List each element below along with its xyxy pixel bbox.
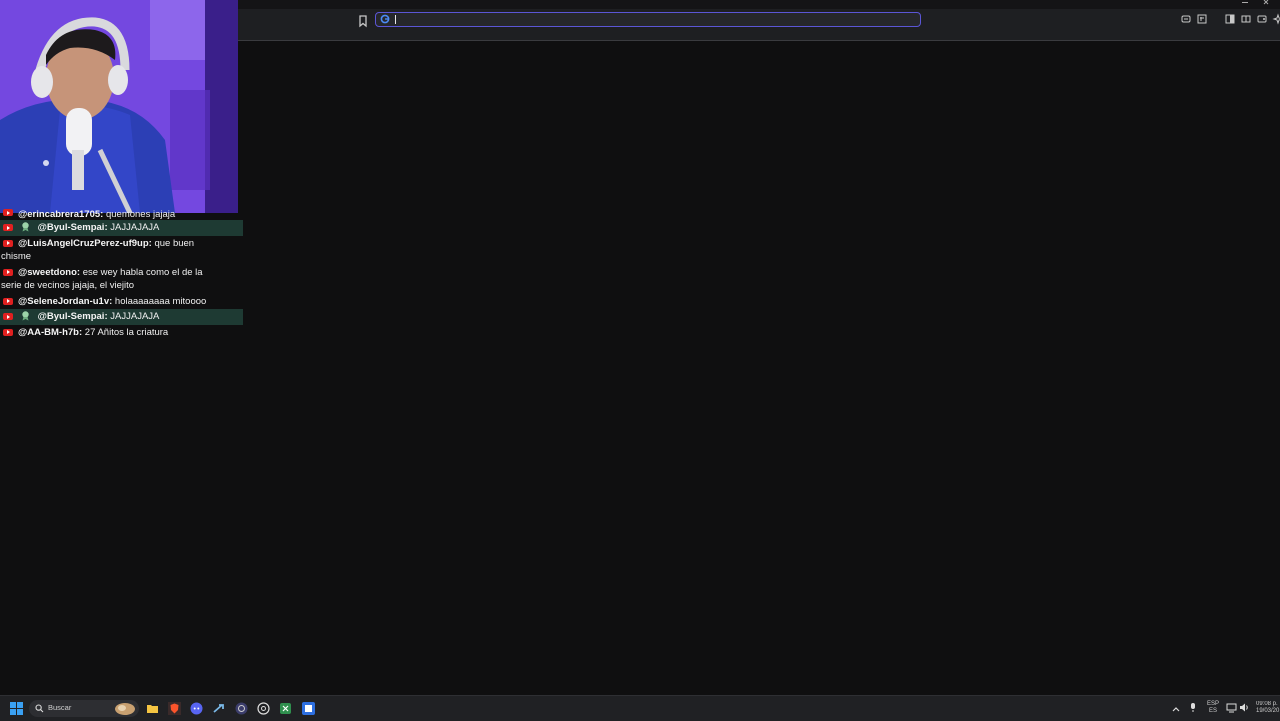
- screenshot-icon[interactable]: [1196, 13, 1208, 25]
- chat-message: @erincabrera1705: quemones jajaja: [0, 208, 243, 220]
- chat-author: @sweetdono:: [18, 266, 81, 278]
- youtube-icon: [3, 224, 13, 231]
- obs-icon[interactable]: [235, 702, 248, 715]
- chatgpt-icon[interactable]: [257, 702, 270, 715]
- youtube-icon: [3, 268, 13, 276]
- text-caret: [395, 15, 396, 24]
- chevron-up-icon[interactable]: [1171, 704, 1181, 714]
- chat-overlay: @erincabrera1705: quemones jajaja @Byul-…: [0, 208, 243, 340]
- chat-text: ese wey habla como el de la: [82, 266, 203, 278]
- chat-text: JAJJAJAJA: [110, 311, 160, 322]
- close-icon[interactable]: [1258, 0, 1278, 6]
- chat-text: quemones jajaja: [105, 209, 176, 220]
- sidebar-icon[interactable]: [1224, 13, 1236, 25]
- split-view-icon[interactable]: [1240, 13, 1252, 25]
- network-icon[interactable]: [1226, 702, 1237, 713]
- chat-text-continued: chisme: [1, 251, 32, 262]
- windows-taskbar: Buscar ESP ES 09:08 p. 19/03/20: [0, 695, 1280, 721]
- search-label: Buscar: [48, 703, 72, 712]
- chat-author: @LuisAngelCruzPerez-uf9up:: [18, 237, 152, 249]
- chat-text: holaaaaaaaa mitoooo: [114, 295, 207, 307]
- extension-icon[interactable]: [1180, 13, 1192, 25]
- chat-message: @Byul-Sempai: JAJJAJAJA: [0, 220, 243, 236]
- leo-ai-icon[interactable]: [1272, 13, 1280, 25]
- toolbar-actions: [1180, 13, 1280, 27]
- chat-author: @Byul-Sempai:: [37, 222, 108, 233]
- steam-icon[interactable]: [212, 702, 225, 715]
- clock-date: 19/03/20: [1256, 708, 1280, 714]
- minimize-icon[interactable]: [1236, 0, 1256, 6]
- clock[interactable]: 09:08 p. 19/03/20: [1256, 701, 1280, 715]
- chat-message: @LuisAngelCruzPerez-uf9up: que buen chis…: [0, 236, 243, 265]
- youtube-icon: [3, 297, 13, 305]
- youtube-icon: [3, 239, 13, 247]
- title-bar: [238, 0, 1280, 9]
- app-window-icon[interactable]: [302, 702, 315, 715]
- chat-author: @Byul-Sempai:: [37, 311, 108, 322]
- chat-author: @erincabrera1705:: [18, 209, 104, 220]
- member-badge-icon: [22, 222, 29, 232]
- chat-text-continued: serie de vecinos jajaja, el viejito: [1, 280, 135, 291]
- youtube-icon: [3, 209, 13, 216]
- discord-icon[interactable]: [190, 702, 203, 715]
- youtube-icon: [3, 313, 13, 320]
- clock-time: 09:08 p.: [1256, 701, 1278, 707]
- member-badge-icon: [22, 311, 29, 321]
- youtube-icon: [3, 328, 13, 336]
- search-highlight-icon: [115, 703, 135, 715]
- taskbar-search[interactable]: Buscar: [29, 700, 139, 717]
- windows-start-icon[interactable]: [10, 702, 23, 715]
- chat-message: @SeleneJordan-u1v: holaaaaaaaa mitoooo: [0, 294, 243, 310]
- chat-text: 27 Añitos la criatura: [84, 326, 169, 338]
- chat-message: @AA-BM-h7b: 27 Añitos la criatura: [0, 325, 243, 341]
- chat-text: que buen: [154, 237, 195, 249]
- chat-message: @Byul-Sempai: JAJJAJAJA: [0, 309, 243, 325]
- language-indicator[interactable]: ESP ES: [1204, 701, 1222, 715]
- volume-icon[interactable]: [1239, 702, 1250, 713]
- webcam-overlay: [0, 0, 238, 213]
- microphone-icon[interactable]: [1188, 702, 1198, 713]
- address-bar[interactable]: [375, 12, 921, 27]
- chat-text: JAJJAJAJA: [110, 222, 160, 233]
- chat-message: @sweetdono: ese wey habla como el de la …: [0, 265, 243, 294]
- xbox-app-icon[interactable]: [279, 702, 292, 715]
- chat-author: @SeleneJordan-u1v:: [18, 295, 113, 307]
- keyboard-layout: ES: [1208, 708, 1217, 714]
- address-input[interactable]: [394, 13, 894, 25]
- wallet-icon[interactable]: [1256, 13, 1268, 25]
- google-icon: [380, 14, 390, 24]
- bookmark-icon[interactable]: [356, 14, 370, 28]
- brave-browser-icon[interactable]: [168, 702, 181, 715]
- search-icon: [35, 704, 44, 713]
- chat-author: @AA-BM-h7b:: [18, 326, 83, 338]
- streamer-camera-feed: [0, 0, 238, 213]
- file-explorer-icon[interactable]: [146, 702, 159, 715]
- language-code: ESP: [1206, 701, 1219, 707]
